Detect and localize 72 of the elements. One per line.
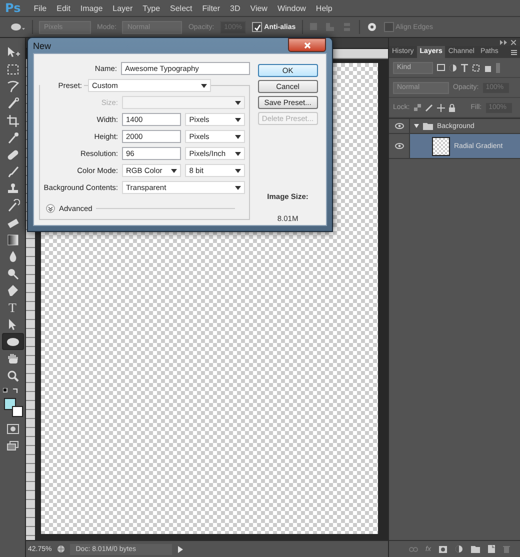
move-tool-icon (6, 46, 20, 60)
dropdown-caret-icon (234, 186, 241, 190)
lasso-icon (6, 80, 20, 94)
menu-item[interactable]: File (28, 2, 52, 14)
type-tool[interactable]: T (2, 299, 24, 316)
default-colors-icon[interactable] (2, 388, 8, 394)
dropdown-caret-icon (234, 118, 241, 122)
stamp-icon (6, 182, 20, 196)
dropdown-caret-icon (234, 100, 241, 104)
padlock-icon[interactable] (448, 104, 455, 112)
eye-icon[interactable] (394, 143, 404, 149)
app-logo: Ps (5, 1, 21, 15)
menu-icon[interactable] (511, 50, 517, 54)
dropdown-caret-icon (234, 168, 241, 172)
folder-icon[interactable] (471, 546, 480, 552)
close-icon[interactable] (511, 40, 516, 44)
menu-item[interactable]: Filter (197, 2, 226, 14)
eyedropper-icon (6, 130, 20, 144)
swap-colors-icon[interactable] (12, 388, 18, 394)
menu-item[interactable]: Edit (52, 2, 76, 14)
menu-item[interactable]: Window (272, 2, 311, 14)
zoom-icon (6, 368, 20, 382)
menu-item[interactable]: Image (75, 2, 108, 14)
menu-item[interactable]: Help (310, 2, 338, 14)
close-button[interactable] (288, 38, 326, 52)
menu-item[interactable]: Layer (108, 2, 138, 14)
hand-icon (6, 352, 20, 366)
foreground-color-swatch[interactable] (4, 398, 16, 410)
adjustment-layer-icon[interactable] (455, 545, 463, 553)
dropdown-caret-icon (201, 84, 207, 88)
magnifier-dodge-icon (6, 266, 20, 280)
gradient-icon (6, 232, 20, 246)
globe-icon (56, 545, 65, 553)
screen-mode-icon[interactable] (6, 441, 18, 451)
adjustment-filter-icon[interactable] (449, 64, 457, 72)
type-filter-icon[interactable] (461, 64, 468, 72)
menu-item[interactable]: View (245, 2, 272, 14)
anti-alias-checkbox[interactable] (252, 22, 262, 32)
eye-icon[interactable] (394, 123, 404, 129)
rectangle-marquee-icon (6, 62, 20, 76)
menu-item[interactable]: Select (165, 2, 198, 14)
background-color-swatch[interactable] (12, 406, 22, 417)
ellipse-tool-tool[interactable] (2, 333, 24, 350)
expand-arrow-icon[interactable] (176, 546, 183, 552)
dialog-title: New (33, 40, 52, 50)
shape-filter-icon[interactable] (472, 64, 480, 72)
brush-icon (6, 164, 20, 178)
expand-chevron-icon[interactable] (46, 204, 55, 213)
dropdown-caret-icon (171, 168, 178, 172)
quick-mask-icon[interactable] (6, 424, 18, 434)
dropdown-caret-icon (234, 134, 241, 138)
menu-item[interactable]: 3D (225, 2, 246, 14)
menu-item[interactable]: Type (138, 2, 166, 14)
smart-object-filter-icon[interactable] (484, 64, 492, 72)
layer-mask-icon[interactable] (439, 546, 447, 552)
history-brush-icon (6, 198, 20, 212)
quick-selection-brush-icon (6, 96, 20, 110)
dropdown-caret-icon (234, 152, 241, 156)
close-icon (304, 42, 310, 48)
checkmark-icon (254, 24, 261, 30)
crop-icon (6, 114, 20, 128)
expanded-caret-icon[interactable] (414, 124, 419, 128)
brush-icon[interactable] (424, 104, 433, 112)
folder-icon (423, 122, 433, 130)
move-arrows-icon[interactable] (436, 104, 445, 112)
align-edges-checkbox[interactable] (384, 22, 394, 32)
image-filter-icon[interactable] (437, 64, 445, 71)
settings-icon[interactable] (366, 21, 378, 33)
pen-icon (6, 284, 20, 298)
layer-thumbnail (432, 136, 450, 156)
filter-toggle-icon[interactable] (496, 62, 500, 72)
ellipse-tool-icon[interactable] (10, 22, 26, 32)
